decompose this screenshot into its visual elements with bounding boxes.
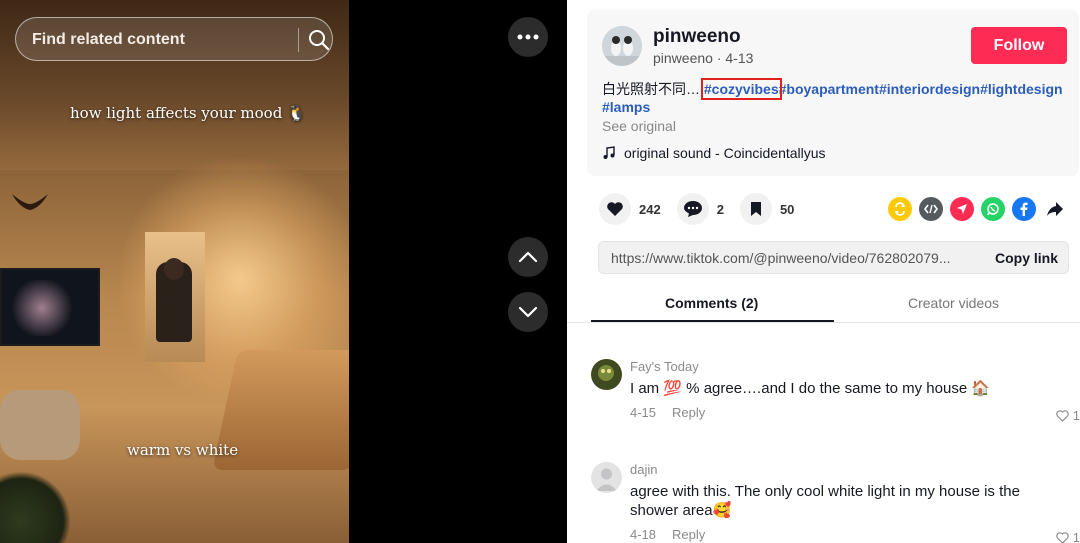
post-info-card: pinweeno pinweeno · 4-13 Follow 白光照射不同… … (587, 10, 1079, 176)
hashtag-link[interactable]: #boyapartment (779, 81, 879, 97)
tab-comments[interactable]: Comments (2) (665, 295, 758, 311)
like-count: 242 (639, 201, 661, 217)
bookmark-icon (750, 202, 761, 216)
save-count: 50 (779, 201, 795, 217)
heart-outline-icon (1056, 531, 1069, 543)
active-tab-indicator (591, 320, 834, 322)
comment-text: I am 💯 % agree….and I do the same to my … (630, 380, 991, 397)
more-dots-icon (517, 34, 539, 40)
music-note-icon (603, 146, 615, 159)
comment-like-count: 1 (1072, 408, 1080, 423)
search-icon[interactable] (308, 29, 330, 51)
comment-text: agree with this. The only cool white lig… (630, 483, 1020, 519)
author-name[interactable]: pinweeno (653, 26, 741, 48)
comment-like[interactable]: 1 (1056, 530, 1080, 543)
reply-button[interactable]: Reply (672, 405, 705, 420)
comment-like[interactable]: 1 (1056, 408, 1080, 423)
description-text: 白光照射不同… (602, 81, 700, 97)
video-link-box: https://www.tiktok.com/@pinweeno/video/7… (598, 241, 1069, 274)
author-handle: pinweeno (653, 50, 713, 66)
previous-video-button[interactable] (508, 237, 548, 277)
hashtag-link[interactable]: #lightdesign (980, 81, 1062, 97)
video-caption-bottom: warm vs white (127, 441, 239, 459)
sound-title: original sound - Coincidentallyus (624, 145, 826, 161)
commenter-avatar[interactable] (591, 359, 622, 390)
share-icons-row (888, 197, 1067, 221)
facebook-icon[interactable] (1012, 197, 1036, 221)
comment-bubble-icon (683, 201, 702, 217)
comment-date: 4-18 (630, 527, 657, 542)
engagement-bar: 242 2 50 (599, 193, 810, 225)
video-caption-top: how light affects your mood 🐧 (70, 104, 306, 122)
tab-creator-videos[interactable]: Creator videos (908, 295, 999, 311)
video-wall-horns (12, 194, 48, 238)
send-icon[interactable] (950, 197, 974, 221)
more-options-button[interactable] (508, 17, 548, 57)
author-subline: pinweeno · 4-13 (653, 50, 754, 66)
copy-link-button[interactable]: Copy link (995, 250, 1058, 266)
comment-date: 4-15 (630, 405, 657, 420)
details-panel: pinweeno pinweeno · 4-13 Follow 白光照射不同… … (567, 0, 1080, 543)
video-person-head (164, 258, 184, 280)
comment-item: Fay's Today I am 💯 % agree….and I do the… (591, 359, 1080, 429)
see-original-link[interactable]: See original (602, 118, 676, 134)
video-player[interactable]: Find related content how light affects y… (0, 0, 349, 543)
tiktok-video-page: Find related content how light affects y… (0, 0, 1080, 543)
whatsapp-icon[interactable] (981, 197, 1005, 221)
repost-icon[interactable] (888, 197, 912, 221)
save-button[interactable] (739, 193, 772, 225)
chevron-down-icon (518, 306, 538, 318)
hashtag-link[interactable]: #lamps (602, 99, 650, 115)
chevron-up-icon (518, 251, 538, 263)
like-button[interactable] (599, 193, 631, 225)
commenter-name[interactable]: Fay's Today (630, 359, 699, 374)
commenter-avatar[interactable] (591, 462, 622, 493)
author-avatar[interactable] (602, 26, 642, 66)
comment-meta: 4-18 Reply (630, 527, 705, 542)
next-video-button[interactable] (508, 292, 548, 332)
post-date: 4-13 (725, 50, 754, 66)
search-placeholder: Find related content (32, 31, 185, 48)
comment-item: dajin agree with this. The only cool whi… (591, 462, 1080, 543)
video-control-strip (349, 0, 567, 543)
video-plant (0, 470, 70, 543)
video-url[interactable]: https://www.tiktok.com/@pinweeno/video/7… (611, 250, 971, 266)
heart-outline-icon (1056, 409, 1069, 422)
comment-action[interactable]: 2 (676, 193, 724, 225)
save-action[interactable]: 50 (739, 193, 795, 225)
hashtag-link[interactable]: #cozyvibes (700, 78, 782, 100)
embed-icon[interactable] (919, 197, 943, 221)
find-related-search[interactable]: Find related content (15, 17, 333, 61)
video-sofa (0, 390, 80, 460)
comment-meta: 4-15 Reply (630, 405, 705, 420)
video-tv (0, 268, 100, 346)
like-action[interactable]: 242 (599, 193, 661, 225)
reply-button[interactable]: Reply (672, 527, 705, 542)
comment-button[interactable] (676, 193, 709, 225)
post-description: 白光照射不同… #cozyvibes#boyapartment#interior… (602, 78, 1072, 116)
panel-tabs: Comments (2) Creator videos (567, 288, 1080, 323)
follow-button[interactable]: Follow (971, 27, 1067, 64)
avatar-image (602, 26, 642, 66)
comment-count: 2 (716, 201, 724, 217)
heart-icon (607, 202, 623, 216)
sound-link[interactable]: original sound - Coincidentallyus (602, 145, 826, 161)
comment-like-count: 1 (1072, 530, 1080, 543)
share-arrow-icon[interactable] (1043, 197, 1067, 221)
search-divider (298, 28, 299, 52)
hashtag-link[interactable]: #interiordesign (879, 81, 980, 97)
commenter-name[interactable]: dajin (630, 462, 657, 477)
